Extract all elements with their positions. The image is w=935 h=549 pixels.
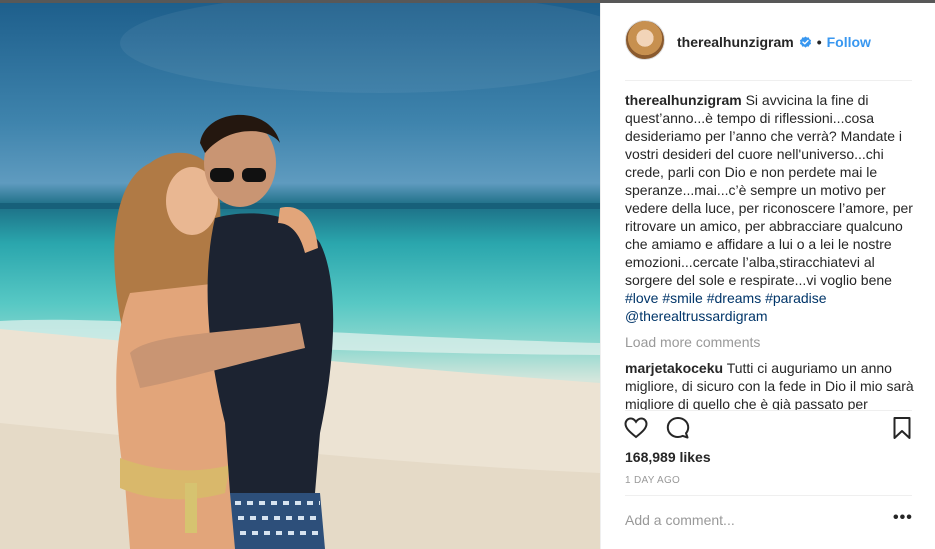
follow-button[interactable]: Follow — [827, 34, 871, 50]
post-details-panel: therealhunzigram • Follow therealhunzigr… — [600, 3, 935, 549]
hashtag-paradise[interactable]: #paradise — [765, 290, 827, 306]
verified-badge-icon — [799, 35, 811, 48]
comment-item: marjetakoceku Tutti ci auguriamo un anno… — [625, 359, 915, 411]
hashtag-dreams[interactable]: #dreams — [707, 290, 761, 306]
post-header: therealhunzigram • Follow — [601, 3, 935, 80]
actions-divider — [625, 410, 912, 411]
heart-icon[interactable] — [623, 415, 649, 441]
header-divider — [625, 80, 912, 81]
hashtag-smile[interactable]: #smile — [662, 290, 702, 306]
more-options-button[interactable]: ••• — [893, 509, 913, 527]
avatar[interactable] — [625, 20, 665, 60]
post-timestamp[interactable]: 1 DAY AGO — [625, 475, 680, 486]
caption-username[interactable]: therealhunzigram — [625, 92, 742, 108]
post-photo[interactable] — [0, 3, 600, 549]
comment-bubble-icon[interactable] — [665, 415, 691, 441]
comment-box-divider — [625, 495, 912, 496]
post-caption: therealhunzigram Si avvicina la fine di … — [625, 91, 915, 325]
beach-scene-illustration — [0, 3, 600, 549]
post-author-row: therealhunzigram • Follow — [677, 33, 871, 51]
bookmark-icon[interactable] — [889, 415, 915, 441]
post-actions — [623, 415, 913, 445]
hashtag-love[interactable]: #love — [625, 290, 658, 306]
separator-dot: • — [816, 34, 822, 50]
comments-list[interactable]: therealhunzigram Si avvicina la fine di … — [625, 91, 915, 411]
add-comment-input[interactable] — [625, 512, 865, 528]
load-more-comments-button[interactable]: Load more comments — [625, 333, 915, 351]
mention-therealtrussardigram[interactable]: @therealtrussardigram — [625, 308, 768, 324]
caption-text: Si avvicina la fine di quest’anno...è te… — [625, 92, 913, 288]
likes-count[interactable]: 168,989 likes — [625, 449, 711, 465]
comment-username[interactable]: marjetakoceku — [625, 360, 723, 376]
author-username[interactable]: therealhunzigram — [677, 34, 794, 50]
